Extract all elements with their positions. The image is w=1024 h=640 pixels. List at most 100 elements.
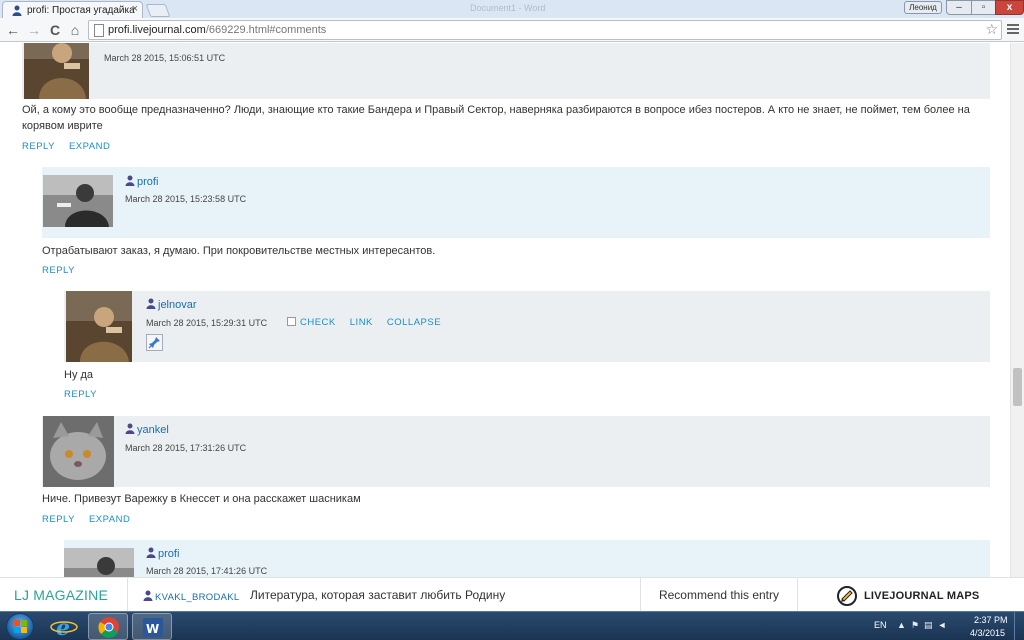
tab-close-icon[interactable]: × (132, 3, 138, 15)
comment-actions: REPLY (64, 389, 111, 400)
pin-icon (148, 337, 160, 349)
menu-hamburger-icon[interactable] (1006, 22, 1020, 38)
clock-time[interactable]: 2:37 PM (974, 615, 1008, 625)
comment-date: March 28 2015, 15:29:31 UTC (146, 318, 268, 328)
taskbar-ie[interactable]: e (44, 613, 84, 640)
clock-date[interactable]: 4/3/2015 (970, 628, 1005, 638)
comment-inline-actions: CHECK LINK COLLAPSE (287, 317, 455, 328)
taskbar-word[interactable]: W (132, 613, 172, 640)
lj-magazine-label[interactable]: LJ MAGAZINE (14, 587, 108, 603)
pin-button[interactable] (146, 334, 163, 351)
internet-explorer-icon: e (50, 615, 78, 640)
scrollbar-thumb[interactable] (1013, 368, 1022, 406)
comment-date: March 28 2015, 17:41:26 UTC (146, 566, 268, 576)
comment-header: yankel March 28 2015, 17:31:26 UTC (42, 416, 990, 487)
comment-header: profi March 28 2015, 15:23:58 UTC (42, 167, 990, 238)
volume-icon[interactable]: ◄ (938, 620, 952, 630)
show-desktop-button[interactable] (1014, 612, 1024, 640)
username-text[interactable]: jelnovar (158, 299, 197, 311)
comment-header: jelnovar March 28 2015, 15:06:51 UTC (22, 43, 990, 99)
bookmark-star-icon[interactable]: ☆ (985, 21, 998, 38)
network-icon[interactable]: ▤ (924, 620, 938, 630)
avatar[interactable] (66, 291, 132, 362)
new-tab-button[interactable] (145, 4, 171, 17)
back-arrow-icon[interactable]: ← (5, 22, 21, 38)
reply-link[interactable]: REPLY (22, 141, 55, 152)
reply-link[interactable]: REPLY (42, 514, 75, 525)
maximize-button[interactable]: ▫ (971, 0, 996, 15)
comment-username[interactable]: yankel (125, 423, 169, 436)
windows-logo-icon (14, 620, 27, 633)
expand-link[interactable]: EXPAND (69, 141, 110, 152)
comment-actions: REPLY EXPAND (42, 514, 144, 525)
expand-link[interactable]: EXPAND (89, 514, 130, 525)
page-content: jelnovar March 28 2015, 15:06:51 UTC Ой,… (0, 43, 1010, 577)
comment-text: Ой, а кому это вообще предназначенно? Лю… (22, 104, 970, 132)
tray-icons[interactable]: ▲⚑▤◄ (897, 620, 951, 631)
avatar[interactable] (24, 43, 89, 99)
lj-article-title[interactable]: Литература, которая заставит любить Роди… (250, 588, 505, 602)
check-action[interactable]: CHECK (287, 317, 336, 328)
avatar[interactable] (64, 548, 134, 577)
user-icon (146, 298, 156, 309)
comment-actions: REPLY (42, 265, 89, 276)
comment-username[interactable]: profi (146, 547, 179, 560)
username-text[interactable]: profi (158, 548, 179, 560)
windows-taskbar: e W EN ▲⚑▤◄ 2:37 PM 4/3/2015 (0, 611, 1024, 640)
lj-bottom-bar: LJ MAGAZINE KVAKL_BRODAKL Литература, ко… (0, 577, 1024, 612)
url-text: profi.livejournal.com/669229.html#commen… (108, 24, 326, 36)
title-bar: profi: Простая угадайка × Document1 - Wo… (0, 0, 1024, 19)
url-path: /669229.html#comments (205, 24, 327, 36)
comment-actions: REPLY EXPAND (22, 141, 124, 152)
user-icon (146, 547, 156, 558)
window-title: Document1 - Word (470, 3, 546, 13)
link-action[interactable]: LINK (350, 317, 373, 328)
lj-author-link[interactable]: KVAKL_BRODAKL (143, 590, 240, 603)
comment-date: March 28 2015, 17:31:26 UTC (125, 443, 247, 453)
check-label[interactable]: CHECK (300, 317, 336, 328)
avatar[interactable] (43, 175, 113, 227)
check-checkbox[interactable] (287, 317, 296, 326)
username-text[interactable]: yankel (137, 424, 169, 436)
tray-language[interactable]: EN (874, 620, 887, 630)
comment-date: March 28 2015, 15:06:51 UTC (104, 53, 226, 63)
comment-header: profi March 28 2015, 17:41:26 UTC (64, 540, 990, 577)
lj-author-name[interactable]: KVAKL_BRODAKL (155, 592, 240, 603)
tab-title: profi: Простая угадайка (27, 5, 135, 16)
comment-username[interactable]: profi (125, 175, 158, 188)
address-bar[interactable]: profi.livejournal.com/669229.html#commen… (88, 20, 1002, 40)
forward-arrow-icon[interactable]: → (26, 22, 42, 38)
taskbar-chrome[interactable] (88, 613, 128, 640)
reply-link[interactable]: REPLY (42, 265, 75, 276)
comment-header: jelnovar March 28 2015, 15:29:31 UTC CHE… (64, 291, 990, 362)
reply-link[interactable]: REPLY (64, 389, 97, 400)
comment-text: Отрабатывают заказ, я думаю. При покрови… (42, 245, 436, 257)
tray-chevron-icon[interactable]: ▲ (897, 620, 911, 630)
user-icon (125, 175, 135, 186)
minimize-button[interactable]: – (946, 0, 972, 15)
flag-icon[interactable]: ⚑ (911, 620, 924, 630)
lj-user-icon (12, 5, 22, 16)
avatar[interactable] (43, 416, 114, 487)
reload-icon[interactable]: C (47, 22, 63, 38)
word-icon: W (143, 618, 163, 637)
svg-text:e: e (56, 615, 70, 640)
lj-maps-label[interactable]: LIVEJOURNAL MAPS (864, 590, 979, 602)
divider (118, 578, 128, 612)
comment-text: Ниче. Привезут Варежку в Кнессет и она р… (42, 493, 361, 505)
browser-profile-button[interactable]: Леонид (904, 1, 942, 14)
close-window-button[interactable]: x (995, 0, 1024, 15)
page-scrollbar[interactable] (1010, 43, 1024, 577)
recommend-entry-button[interactable]: Recommend this entry (640, 578, 798, 612)
svg-text:W: W (146, 622, 159, 636)
comment-text: Ну да (64, 369, 94, 381)
start-button[interactable] (6, 613, 34, 640)
collapse-action[interactable]: COLLAPSE (387, 317, 441, 328)
browser-toolbar: ← → C ⌂ profi.livejournal.com/669229.htm… (0, 18, 1024, 42)
comment-username[interactable]: jelnovar (146, 298, 197, 311)
page-icon (94, 24, 104, 37)
browser-tab[interactable]: profi: Простая угадайка × (2, 1, 143, 19)
username-text[interactable]: profi (137, 176, 158, 188)
user-icon (125, 423, 135, 434)
home-icon[interactable]: ⌂ (67, 22, 83, 38)
